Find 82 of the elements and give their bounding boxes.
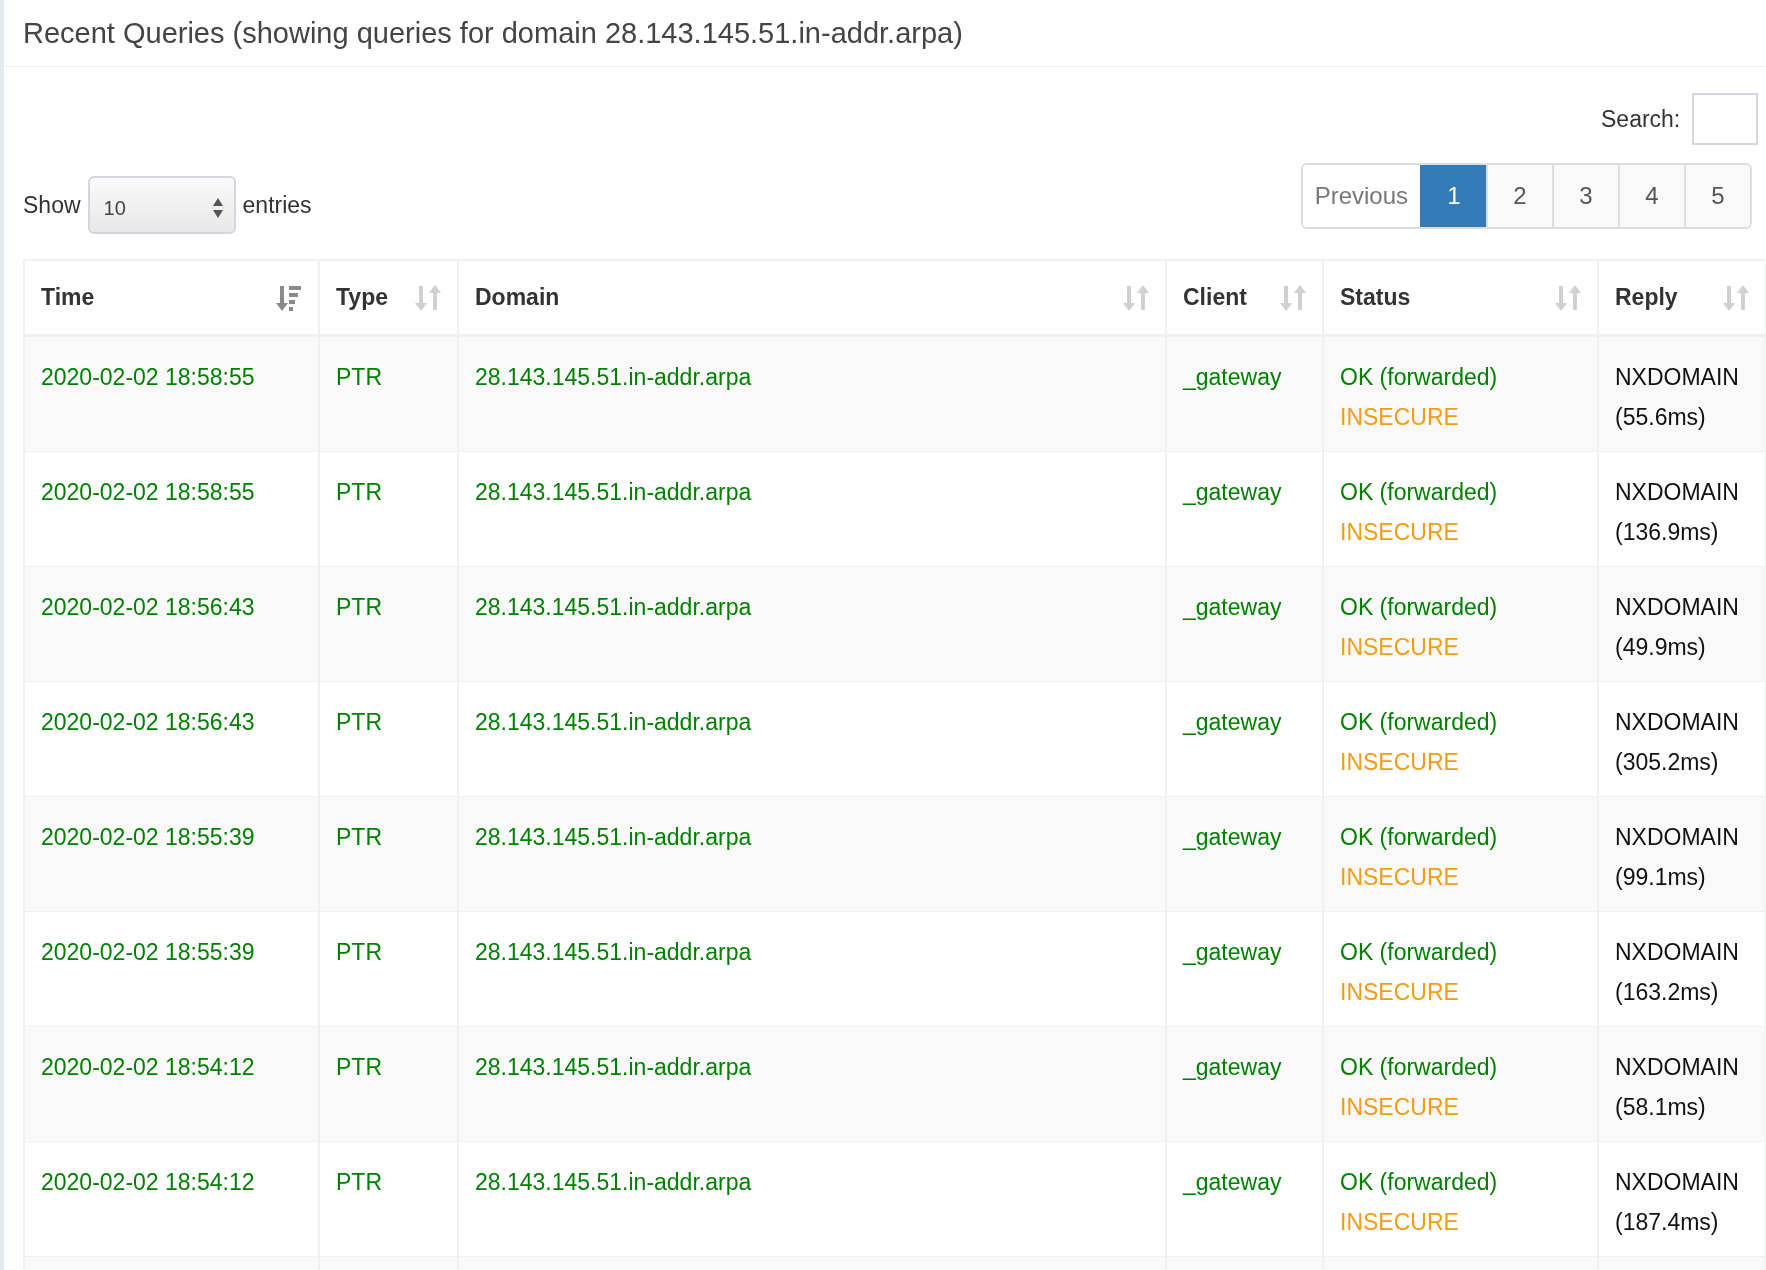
reply-text: NXDOMAIN (1615, 938, 1739, 967)
column-header[interactable]: Reply (1615, 284, 1678, 311)
domain-cell-text: 28.143.145.51.in-addr.arpa (475, 363, 752, 392)
reply-time: (49.9ms) (1615, 633, 1706, 662)
domain-cell-text: 28.143.145.51.in-addr.arpa (475, 478, 752, 507)
dnssec-status: INSECURE (1340, 1093, 1459, 1122)
column-header[interactable]: Type (336, 284, 388, 311)
status-text: OK (forwarded) (1340, 708, 1498, 737)
column-header[interactable]: Time (41, 284, 95, 311)
column-header[interactable]: Status (1340, 284, 1411, 311)
client-cell-text: _gateway (1183, 708, 1282, 737)
time-cell-text: 2020-02-02 18:55:39 (41, 823, 255, 852)
reply-text: NXDOMAIN (1615, 823, 1739, 852)
reply-time: (136.9ms) (1615, 518, 1719, 547)
domain-cell-text: 28.143.145.51.in-addr.arpa (475, 1053, 752, 1082)
search-label: Search: (1601, 105, 1681, 133)
type-cell-text: PTR (336, 823, 382, 852)
time-cell-text: 2020-02-02 18:55:39 (41, 938, 255, 967)
status-text: OK (forwarded) (1340, 823, 1498, 852)
reply-time: (99.1ms) (1615, 863, 1706, 892)
client-cell-text: _gateway (1183, 478, 1282, 507)
type-cell-text: PTR (336, 478, 382, 507)
domain-cell-text: 28.143.145.51.in-addr.arpa (475, 1168, 752, 1197)
reply-text: NXDOMAIN (1615, 478, 1739, 507)
status-text: OK (forwarded) (1340, 363, 1498, 392)
time-cell-text: 2020-02-02 18:56:43 (41, 593, 255, 622)
page-button[interactable]: 1 (1420, 165, 1486, 227)
time-cell-text: 2020-02-02 18:56:43 (41, 708, 255, 737)
dnssec-status: INSECURE (1340, 978, 1459, 1007)
page-button[interactable]: 2 (1486, 165, 1552, 227)
status-text: OK (forwarded) (1340, 478, 1498, 507)
reply-text: NXDOMAIN (1615, 1168, 1739, 1197)
column-header[interactable]: Client (1183, 284, 1247, 311)
reply-time: (187.4ms) (1615, 1208, 1719, 1237)
select-arrows-icon (211, 197, 224, 219)
dnssec-status: INSECURE (1340, 403, 1459, 432)
domain-cell-text: 28.143.145.51.in-addr.arpa (475, 593, 752, 622)
type-cell-text: PTR (336, 708, 382, 737)
reply-text: NXDOMAIN (1615, 363, 1739, 392)
domain-cell-text: 28.143.145.51.in-addr.arpa (475, 708, 752, 737)
type-cell-text: PTR (336, 1168, 382, 1197)
show-label: Show (23, 191, 81, 219)
status-text: OK (forwarded) (1340, 1053, 1498, 1082)
domain-cell-text: 28.143.145.51.in-addr.arpa (475, 823, 752, 852)
time-cell-text: 2020-02-02 18:54:12 (41, 1168, 255, 1197)
status-text: OK (forwarded) (1340, 593, 1498, 622)
page-button[interactable]: 3 (1552, 165, 1618, 227)
type-cell-text: PTR (336, 1053, 382, 1082)
page-title: Recent Queries (showing queries for domain 28.143.145.51.in-addr.arpa) (23, 16, 963, 50)
time-cell-text: 2020-02-02 18:58:55 (41, 478, 255, 507)
dnssec-status: INSECURE (1340, 1208, 1459, 1237)
client-cell-text: _gateway (1183, 1053, 1282, 1082)
client-cell-text: _gateway (1183, 823, 1282, 852)
type-cell-text: PTR (336, 363, 382, 392)
dnssec-status: INSECURE (1340, 518, 1459, 547)
reply-text: NXDOMAIN (1615, 708, 1739, 737)
dnssec-status: INSECURE (1340, 863, 1459, 892)
domain-cell-text: 28.143.145.51.in-addr.arpa (475, 938, 752, 967)
entries-label: entries (242, 191, 312, 219)
page-button[interactable]: 4 (1618, 165, 1684, 227)
type-cell-text: PTR (336, 593, 382, 622)
client-cell-text: _gateway (1183, 938, 1282, 967)
reply-text: NXDOMAIN (1615, 593, 1739, 622)
dnssec-status: INSECURE (1340, 633, 1459, 662)
reply-time: (55.6ms) (1615, 403, 1706, 432)
time-cell-text: 2020-02-02 18:58:55 (41, 363, 255, 392)
dnssec-status: INSECURE (1340, 748, 1459, 777)
reply-time: (305.2ms) (1615, 748, 1719, 777)
reply-time: (58.1ms) (1615, 1093, 1706, 1122)
reply-time: (163.2ms) (1615, 978, 1719, 1007)
status-text: OK (forwarded) (1340, 938, 1498, 967)
client-cell-text: _gateway (1183, 363, 1282, 392)
reply-text: NXDOMAIN (1615, 1053, 1739, 1082)
entries-select[interactable]: 10 (87, 176, 236, 234)
client-cell-text: _gateway (1183, 593, 1282, 622)
time-cell-text: 2020-02-02 18:54:12 (41, 1053, 255, 1082)
type-cell-text: PTR (336, 938, 382, 967)
column-header[interactable]: Domain (475, 284, 560, 311)
page-button[interactable]: 5 (1684, 165, 1750, 227)
client-cell-text: _gateway (1183, 1168, 1282, 1197)
search-field[interactable] (1692, 93, 1759, 145)
status-text: OK (forwarded) (1340, 1168, 1498, 1197)
